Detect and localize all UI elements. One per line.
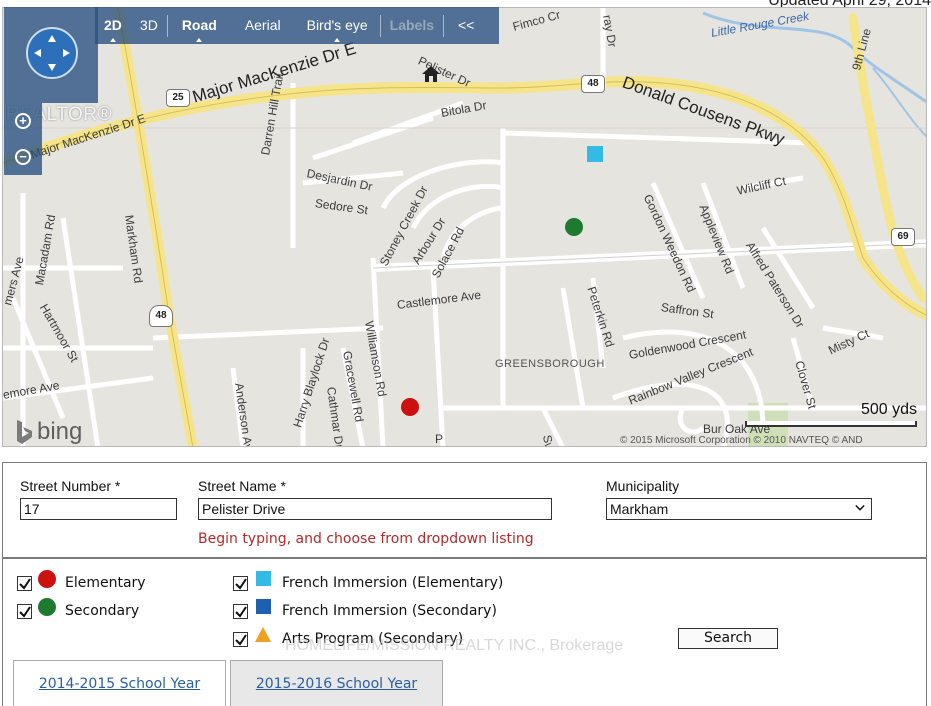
- zoom-out-icon: −: [15, 149, 31, 165]
- street-name-input[interactable]: [198, 498, 552, 520]
- pan-compass-icon[interactable]: [26, 27, 78, 79]
- school-locator-page: Updated April 29, 2014 Major MacKenzie D…: [0, 0, 931, 706]
- tab-label: 2015-2016 School Year: [255, 676, 418, 692]
- checkmark-icon: [19, 578, 31, 590]
- bing-wordmark: bing: [37, 418, 83, 445]
- district-label: GREENSBOROUGH: [495, 358, 605, 370]
- zoom-out-button[interactable]: −: [4, 139, 42, 175]
- elementary-symbol-icon: [38, 570, 56, 588]
- road-view-button[interactable]: Road: [168, 7, 231, 44]
- street-number-input[interactable]: [20, 498, 177, 520]
- tab-2015-2016[interactable]: 2015-2016 School Year: [230, 660, 443, 706]
- street-name-hint: Begin typing, and choose from dropdown l…: [198, 531, 534, 547]
- street-number-label: Street Number *: [20, 478, 121, 494]
- municipality-value: Markham: [610, 501, 669, 517]
- zoom-in-button[interactable]: +: [4, 103, 42, 139]
- french-elementary-symbol-icon: [256, 571, 271, 586]
- highway-shield: 69: [891, 228, 915, 246]
- bing-logo: bing: [15, 418, 82, 446]
- highway-shield: 48: [149, 305, 173, 327]
- view-3d-button[interactable]: 3D: [131, 7, 167, 44]
- secondary-symbol-icon: [38, 598, 56, 616]
- checkmark-icon: [235, 606, 247, 618]
- secondary-label: Secondary: [65, 603, 140, 619]
- address-form: Street Number * Street Name * Begin typi…: [2, 462, 927, 558]
- french-secondary-checkbox[interactable]: [233, 604, 248, 619]
- checkmark-icon: [235, 634, 247, 646]
- map-view[interactable]: Major MacKenzie Dr E Major MacKenzie Dr …: [2, 7, 927, 447]
- bing-b-icon: [15, 419, 33, 445]
- elementary-label: Elementary: [65, 575, 146, 591]
- municipality-select[interactable]: Markham: [606, 498, 872, 520]
- highway-shield: 25: [166, 89, 190, 107]
- tab-2014-2015[interactable]: 2014-2015 School Year: [13, 660, 226, 706]
- elementary-school-marker[interactable]: [401, 398, 419, 416]
- french-elementary-label: French Immersion (Elementary): [282, 575, 504, 591]
- elementary-checkbox[interactable]: [17, 576, 32, 591]
- zoom-in-icon: +: [15, 113, 31, 129]
- view-2d-button[interactable]: 2D: [95, 7, 131, 44]
- birds-eye-button[interactable]: Bird's eye: [295, 7, 380, 44]
- chevron-down-icon: [855, 504, 865, 511]
- home-marker-icon[interactable]: [421, 65, 441, 88]
- french-secondary-label: French Immersion (Secondary): [282, 603, 497, 619]
- secondary-checkbox[interactable]: [17, 604, 32, 619]
- french-secondary-symbol-icon: [256, 599, 271, 614]
- checkmark-icon: [235, 578, 247, 590]
- brokerage-watermark: HOMELIFE/MISSION REALTY INC., Brokerage: [285, 637, 624, 654]
- arts-program-symbol-icon: [255, 627, 271, 642]
- scale-label: 500 yds: [860, 401, 917, 418]
- street-name-label: Street Name *: [198, 478, 286, 494]
- map-toolbar: 2D 3D Road Aerial Bird's eye Labels <<: [95, 7, 499, 44]
- collapse-toolbar-button[interactable]: <<: [444, 7, 488, 44]
- arts-program-checkbox[interactable]: [233, 632, 248, 647]
- search-button[interactable]: Search: [678, 628, 778, 649]
- road-label: P: [435, 432, 444, 446]
- aerial-view-button[interactable]: Aerial: [231, 7, 295, 44]
- map-copyright: © 2015 Microsoft Corporation © 2010 NAVT…: [620, 435, 863, 446]
- labels-toggle[interactable]: Labels: [381, 7, 443, 44]
- french-immersion-elementary-marker[interactable]: [587, 146, 603, 162]
- tab-label: 2014-2015 School Year: [38, 676, 201, 692]
- checkmark-icon: [19, 606, 31, 618]
- highway-shield: 48: [581, 75, 605, 93]
- map-scale: 500 yds: [745, 401, 917, 427]
- scale-bar: [745, 421, 917, 427]
- french-elementary-checkbox[interactable]: [233, 576, 248, 591]
- map-navigation-control[interactable]: [4, 7, 98, 103]
- secondary-school-marker[interactable]: [565, 218, 583, 236]
- municipality-label: Municipality: [606, 478, 680, 494]
